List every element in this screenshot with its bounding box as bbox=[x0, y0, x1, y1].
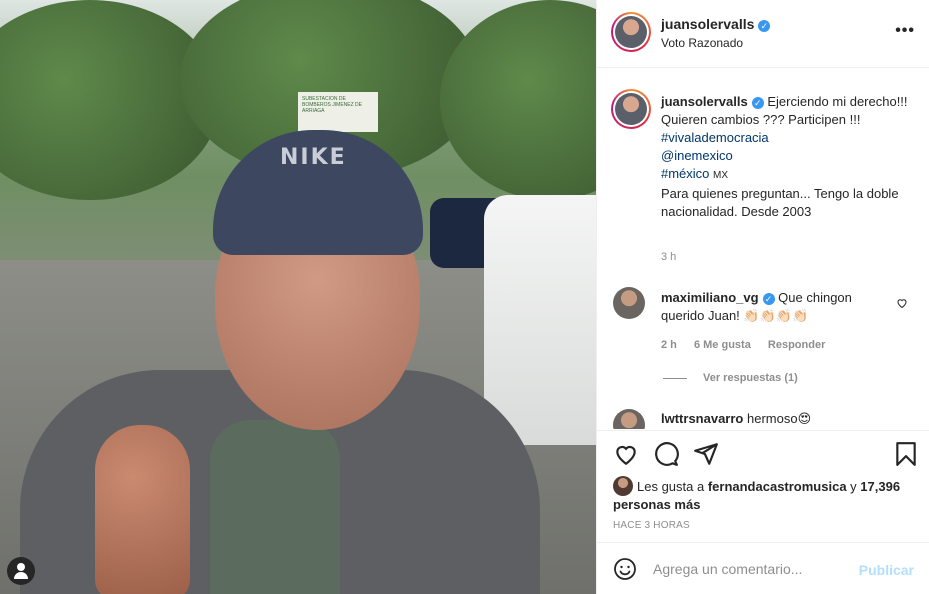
comment-avatar[interactable] bbox=[613, 287, 645, 319]
verified-icon: ✓ bbox=[762, 293, 775, 305]
caption-line2: Para quienes preguntan... Tengo la doble… bbox=[661, 186, 899, 219]
flag-emoji: MX bbox=[713, 170, 729, 181]
hashtag-link[interactable]: #vivalademocracia bbox=[661, 130, 769, 145]
share-icon[interactable] bbox=[693, 441, 719, 467]
comment-time[interactable]: 2 h bbox=[661, 339, 677, 351]
comment-meta: 2 h 6 Me gusta Responder bbox=[661, 339, 839, 351]
mention-link[interactable]: @inemexico bbox=[661, 148, 733, 163]
more-icon[interactable]: ••• bbox=[895, 22, 915, 40]
reply-button[interactable]: Responder bbox=[768, 339, 825, 351]
hashtag-link[interactable]: #méxico bbox=[661, 166, 709, 181]
author-subtitle[interactable]: Voto Razonado bbox=[661, 36, 743, 50]
likes-summary: Les gusta a fernandacastromusica y 17,39… bbox=[613, 476, 913, 514]
caption-time[interactable]: 3 h bbox=[661, 251, 676, 263]
author-avatar[interactable] bbox=[611, 12, 651, 52]
user-tag-icon[interactable] bbox=[7, 557, 35, 585]
comment-username[interactable]: maximiliano_vg bbox=[661, 290, 759, 305]
author-username[interactable]: juansolervalls ✓ bbox=[661, 16, 771, 32]
post-actions: Les gusta a fernandacastromusica y 17,39… bbox=[597, 430, 929, 542]
verified-icon: ✓ bbox=[751, 97, 764, 109]
post-time[interactable]: HACE 3 HORAS bbox=[613, 520, 690, 531]
comment-heart-icon[interactable] bbox=[896, 297, 908, 309]
liker-avatar[interactable] bbox=[613, 476, 633, 496]
verified-icon: ✓ bbox=[758, 20, 771, 32]
publish-button[interactable]: Publicar bbox=[859, 562, 914, 578]
photo-shirt bbox=[210, 420, 340, 594]
comment-text: lwttrsnavarro hermoso😍 bbox=[661, 411, 812, 426]
caption-avatar[interactable] bbox=[611, 89, 651, 129]
photo-thumb bbox=[95, 425, 190, 594]
view-replies-button[interactable]: Ver respuestas (1) bbox=[663, 372, 798, 384]
comment-text: maximiliano_vg ✓ Que chingon querido Juan… bbox=[661, 290, 852, 323]
comment-likes[interactable]: 6 Me gusta bbox=[694, 339, 751, 351]
heart-icon[interactable] bbox=[613, 441, 639, 467]
add-comment-bar: Publicar bbox=[597, 542, 929, 594]
photo-cap-text: NIKE bbox=[280, 145, 347, 170]
caption-text: juansolervalls ✓ Ejerciendo mi derecho!!!… bbox=[661, 93, 916, 221]
comment-avatar[interactable] bbox=[613, 409, 645, 429]
comment-input[interactable] bbox=[653, 557, 853, 581]
caption-username[interactable]: juansolervalls bbox=[661, 94, 748, 109]
comments-list[interactable]: juansolervalls ✓ Ejerciendo mi derecho!!!… bbox=[597, 69, 929, 429]
comment-username[interactable]: lwttrsnavarro bbox=[661, 411, 743, 426]
post-header: juansolervalls ✓ Voto Razonado ••• bbox=[597, 0, 929, 68]
liker-username[interactable]: fernandacastromusica bbox=[708, 479, 847, 494]
post-panel: juansolervalls ✓ Voto Razonado ••• juanso… bbox=[596, 0, 929, 594]
post-photo[interactable]: SUBESTACION DE BOMBEROS JIMENEZ DE ARRIA… bbox=[0, 0, 596, 594]
emoji-icon[interactable] bbox=[613, 557, 637, 581]
photo-car-white bbox=[484, 195, 596, 445]
photo-sign: SUBESTACION DE BOMBEROS JIMENEZ DE ARRIA… bbox=[298, 92, 378, 132]
comment-icon[interactable] bbox=[653, 441, 679, 467]
bookmark-icon[interactable] bbox=[893, 441, 919, 467]
